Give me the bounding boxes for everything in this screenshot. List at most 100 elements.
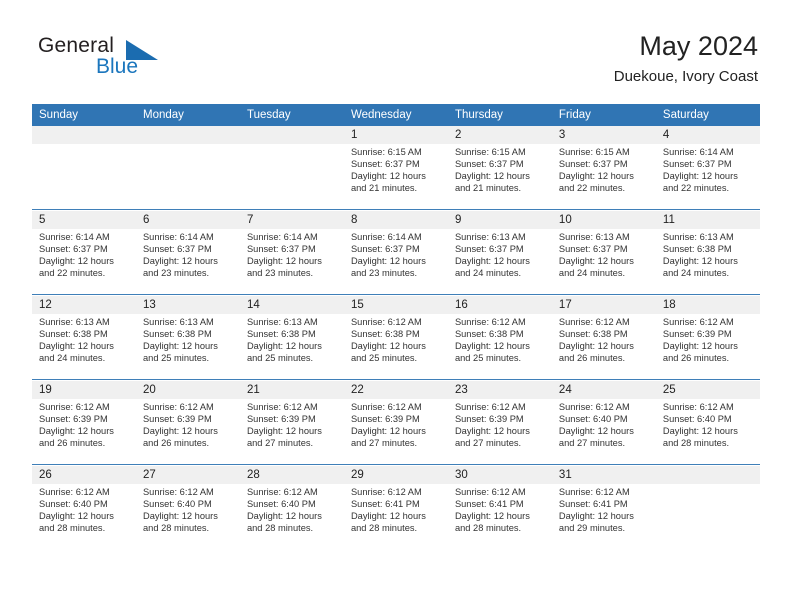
sunrise-line: Sunrise: 6:12 AM [350, 487, 422, 497]
sunset-line: Sunset: 6:37 PM [558, 159, 628, 170]
week-3-daynum-row: 12 13 14 15 16 17 18 [32, 296, 760, 314]
day-number[interactable]: 17 [551, 296, 656, 314]
day-cell[interactable]: Sunrise: 6:12 AM Sunset: 6:39 PM Dayligh… [655, 314, 760, 380]
day-number[interactable]: 23 [447, 381, 552, 399]
day-number[interactable]: 18 [655, 296, 760, 314]
daylight-line-1: Daylight: 12 hours [558, 341, 634, 352]
day-cell[interactable] [239, 144, 344, 210]
day-number[interactable]: 12 [32, 296, 136, 314]
day-cell[interactable]: Sunrise: 6:15 AM Sunset: 6:37 PM Dayligh… [343, 144, 448, 210]
day-cell[interactable]: Sunrise: 6:12 AM Sunset: 6:38 PM Dayligh… [447, 314, 552, 380]
sunset-line: Sunset: 6:38 PM [662, 244, 732, 255]
day-cell[interactable]: Sunrise: 6:12 AM Sunset: 6:41 PM Dayligh… [551, 484, 656, 549]
day-number[interactable]: 24 [551, 381, 656, 399]
daylight-line-1: Daylight: 12 hours [454, 426, 530, 437]
day-cell[interactable]: Sunrise: 6:12 AM Sunset: 6:39 PM Dayligh… [343, 399, 448, 465]
day-number[interactable]: 26 [32, 466, 136, 484]
day-cell[interactable]: Sunrise: 6:12 AM Sunset: 6:40 PM Dayligh… [551, 399, 656, 465]
day-number[interactable]: 29 [343, 466, 448, 484]
day-cell[interactable]: Sunrise: 6:12 AM Sunset: 6:40 PM Dayligh… [32, 484, 136, 549]
sunset-line: Sunset: 6:40 PM [39, 499, 108, 510]
day-number[interactable]: 27 [135, 466, 240, 484]
day-cell[interactable] [32, 144, 136, 210]
day-number[interactable]: 28 [239, 466, 344, 484]
day-cell[interactable]: Sunrise: 6:13 AM Sunset: 6:38 PM Dayligh… [135, 314, 240, 380]
day-number[interactable]: 3 [551, 126, 656, 144]
sunset-line: Sunset: 6:37 PM [350, 159, 420, 170]
day-number[interactable]: 20 [135, 381, 240, 399]
day-cell[interactable]: Sunrise: 6:14 AM Sunset: 6:37 PM Dayligh… [135, 229, 240, 295]
day-number[interactable]: 1 [343, 126, 448, 144]
daylight-line-1: Daylight: 12 hours [142, 426, 218, 437]
day-number[interactable]: 7 [239, 211, 344, 229]
sunset-line: Sunset: 6:37 PM [350, 244, 420, 255]
day-cell[interactable]: Sunrise: 6:12 AM Sunset: 6:41 PM Dayligh… [447, 484, 552, 549]
daylight-line-2: and 28 minutes. [246, 523, 314, 534]
sunrise-line: Sunrise: 6:14 AM [246, 232, 318, 242]
sunrise-line: Sunrise: 6:14 AM [662, 147, 734, 157]
daylight-line-1: Daylight: 12 hours [558, 511, 634, 522]
day-number[interactable] [239, 126, 344, 144]
day-cell[interactable]: Sunrise: 6:14 AM Sunset: 6:37 PM Dayligh… [343, 229, 448, 295]
sunrise-line: Sunrise: 6:14 AM [350, 232, 422, 242]
day-number[interactable]: 9 [447, 211, 552, 229]
day-number[interactable]: 30 [447, 466, 552, 484]
day-number[interactable]: 25 [655, 381, 760, 399]
day-number[interactable]: 6 [135, 211, 240, 229]
day-number[interactable]: 13 [135, 296, 240, 314]
day-number[interactable]: 10 [551, 211, 656, 229]
day-cell[interactable]: Sunrise: 6:12 AM Sunset: 6:40 PM Dayligh… [135, 484, 240, 549]
day-cell[interactable]: Sunrise: 6:13 AM Sunset: 6:38 PM Dayligh… [655, 229, 760, 295]
sunset-line: Sunset: 6:38 PM [142, 329, 212, 340]
daylight-line-1: Daylight: 12 hours [350, 426, 426, 437]
day-cell[interactable]: Sunrise: 6:12 AM Sunset: 6:39 PM Dayligh… [239, 399, 344, 465]
day-number[interactable]: 14 [239, 296, 344, 314]
sunrise-line: Sunrise: 6:15 AM [350, 147, 422, 157]
day-cell[interactable]: Sunrise: 6:15 AM Sunset: 6:37 PM Dayligh… [447, 144, 552, 210]
day-cell[interactable]: Sunrise: 6:12 AM Sunset: 6:38 PM Dayligh… [343, 314, 448, 380]
week-3-info-row: Sunrise: 6:13 AM Sunset: 6:38 PM Dayligh… [32, 314, 760, 380]
sunset-line: Sunset: 6:37 PM [246, 244, 316, 255]
day-cell[interactable]: Sunrise: 6:13 AM Sunset: 6:38 PM Dayligh… [239, 314, 344, 380]
day-number[interactable]: 16 [447, 296, 552, 314]
day-cell[interactable]: Sunrise: 6:14 AM Sunset: 6:37 PM Dayligh… [32, 229, 136, 295]
day-cell[interactable]: Sunrise: 6:14 AM Sunset: 6:37 PM Dayligh… [655, 144, 760, 210]
daylight-line-2: and 26 minutes. [558, 353, 626, 364]
sunrise-line: Sunrise: 6:15 AM [558, 147, 630, 157]
day-number[interactable]: 2 [447, 126, 552, 144]
day-cell[interactable]: Sunrise: 6:12 AM Sunset: 6:39 PM Dayligh… [32, 399, 136, 465]
day-cell[interactable]: Sunrise: 6:14 AM Sunset: 6:37 PM Dayligh… [239, 229, 344, 295]
daylight-line-2: and 22 minutes. [662, 183, 730, 194]
day-number[interactable] [135, 126, 240, 144]
day-number[interactable]: 8 [343, 211, 448, 229]
day-number[interactable] [32, 126, 136, 144]
day-number[interactable]: 31 [551, 466, 656, 484]
day-cell[interactable]: Sunrise: 6:13 AM Sunset: 6:38 PM Dayligh… [32, 314, 136, 380]
day-cell[interactable]: Sunrise: 6:12 AM Sunset: 6:38 PM Dayligh… [551, 314, 656, 380]
day-number[interactable]: 15 [343, 296, 448, 314]
day-number[interactable]: 19 [32, 381, 136, 399]
page-subtitle: Duekoue, Ivory Coast [613, 68, 758, 85]
day-cell[interactable]: Sunrise: 6:12 AM Sunset: 6:40 PM Dayligh… [239, 484, 344, 549]
sunset-line: Sunset: 6:39 PM [350, 414, 420, 425]
daylight-line-1: Daylight: 12 hours [39, 511, 114, 522]
day-cell[interactable]: Sunrise: 6:13 AM Sunset: 6:37 PM Dayligh… [447, 229, 552, 295]
day-number[interactable]: 5 [32, 211, 136, 229]
day-number[interactable]: 21 [239, 381, 344, 399]
day-number[interactable]: 4 [655, 126, 760, 144]
day-cell[interactable]: Sunrise: 6:12 AM Sunset: 6:39 PM Dayligh… [447, 399, 552, 465]
general-blue-logo[interactable]: General Blue [38, 34, 218, 90]
weekday-header-saturday: Saturday [655, 104, 760, 126]
day-number[interactable]: 22 [343, 381, 448, 399]
day-cell[interactable]: Sunrise: 6:15 AM Sunset: 6:37 PM Dayligh… [551, 144, 656, 210]
day-cell[interactable]: Sunrise: 6:12 AM Sunset: 6:41 PM Dayligh… [343, 484, 448, 549]
day-cell[interactable] [655, 484, 760, 549]
day-cell[interactable] [135, 144, 240, 210]
day-cell[interactable]: Sunrise: 6:12 AM Sunset: 6:40 PM Dayligh… [655, 399, 760, 465]
day-number[interactable] [655, 466, 760, 484]
day-number[interactable]: 11 [655, 211, 760, 229]
day-cell[interactable]: Sunrise: 6:12 AM Sunset: 6:39 PM Dayligh… [135, 399, 240, 465]
sunrise-line: Sunrise: 6:13 AM [558, 232, 630, 242]
day-cell[interactable]: Sunrise: 6:13 AM Sunset: 6:37 PM Dayligh… [551, 229, 656, 295]
sunset-line: Sunset: 6:40 PM [142, 499, 212, 510]
